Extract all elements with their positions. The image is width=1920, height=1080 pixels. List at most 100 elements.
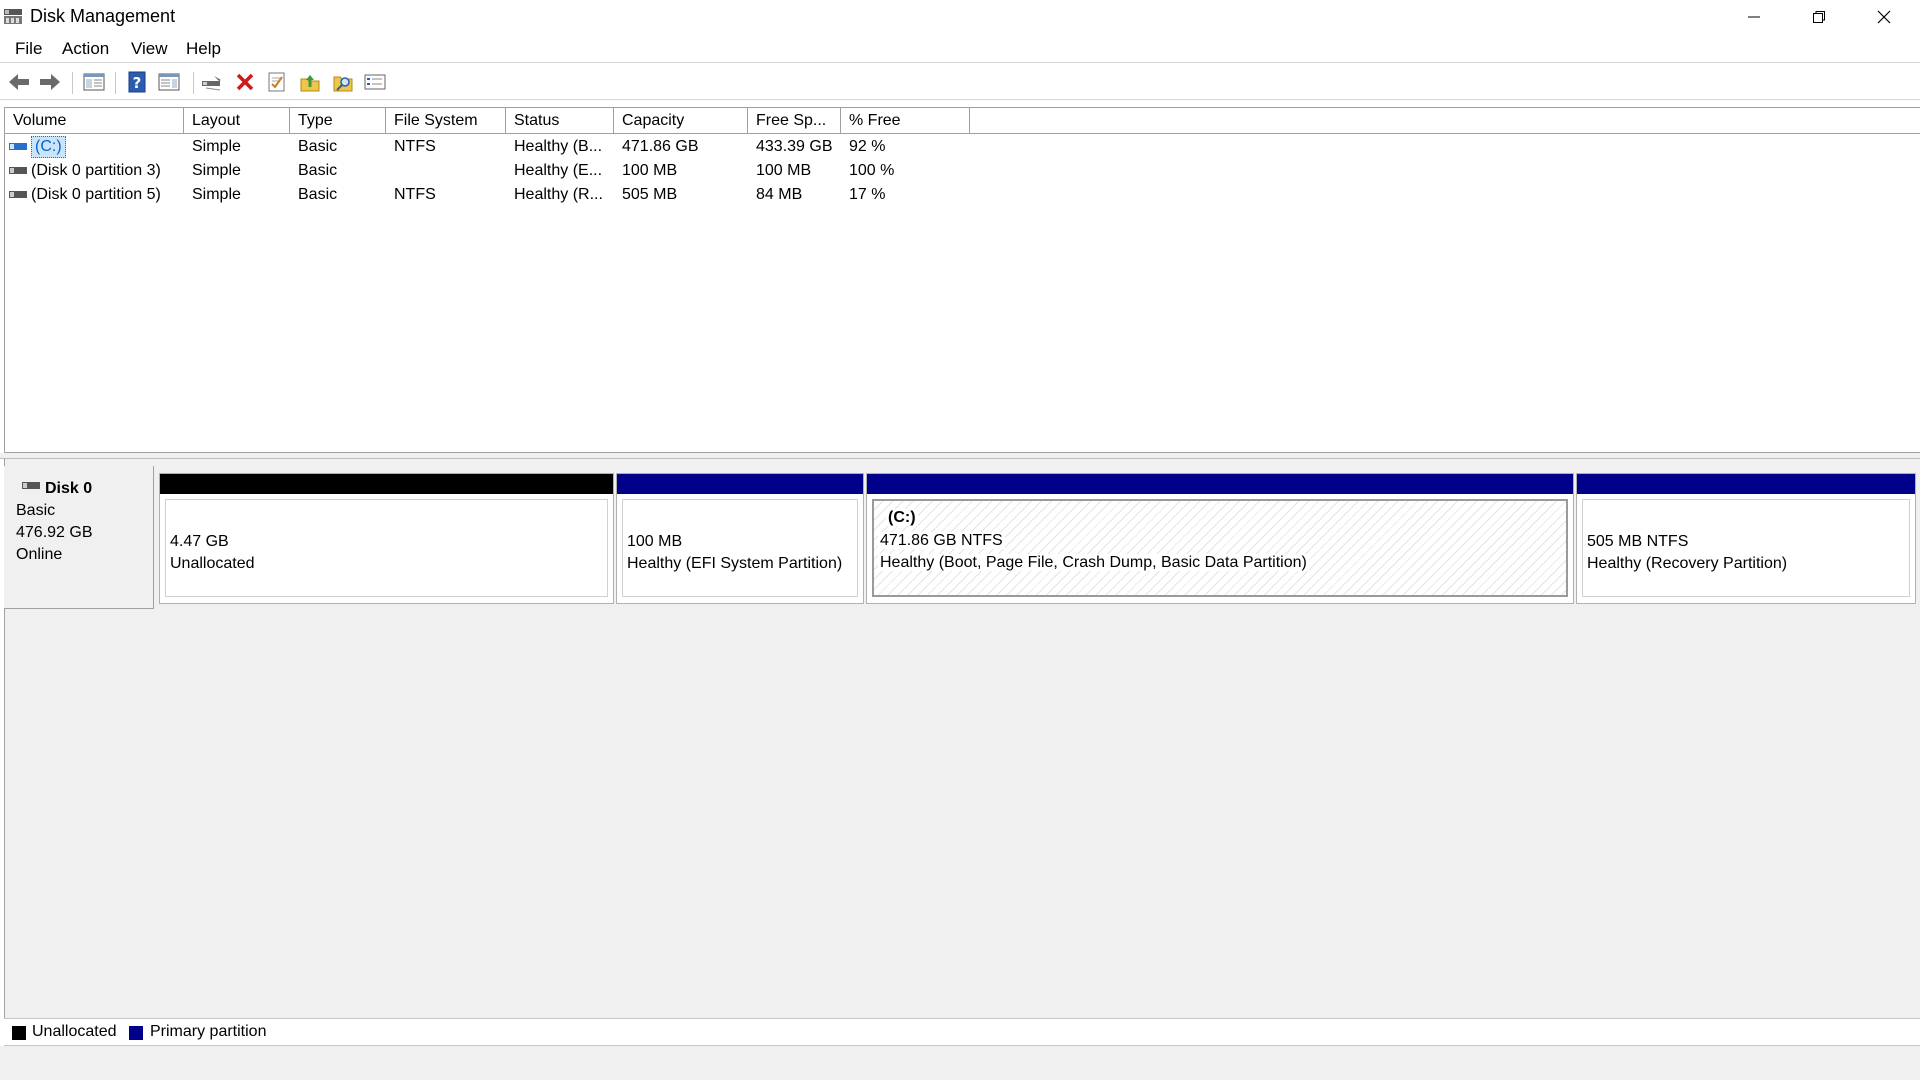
show-hide-action-pane-button[interactable]: [156, 69, 182, 95]
volume-file-system: NTFS: [394, 138, 436, 155]
volume-percent-free: 17 %: [849, 186, 886, 203]
volume-row-partition-3[interactable]: (Disk 0 partition 3) Simple Basic Health…: [5, 159, 1920, 183]
connect-disk-icon: [202, 76, 221, 91]
volume-list-header: Volume Layout Type File System Status Ca…: [5, 108, 1920, 134]
partition-description: Healthy (Recovery Partition): [1587, 555, 1788, 572]
status-bar: [0, 1046, 1920, 1080]
show-hide-pane-icon: [158, 73, 180, 91]
help-button[interactable]: ?: [124, 69, 150, 95]
connect-disk-button[interactable]: [199, 69, 225, 95]
partition-bar: [617, 474, 863, 494]
menu-action[interactable]: Action: [60, 39, 111, 59]
help-icon: ?: [128, 71, 146, 93]
volume-name: (C:): [31, 136, 66, 158]
volume-status: Healthy (E...: [514, 162, 603, 179]
column-header-file-system[interactable]: File System: [386, 108, 506, 134]
forward-button[interactable]: [37, 69, 63, 95]
volume-capacity: 505 MB: [622, 186, 678, 203]
minimize-button[interactable]: [1722, 0, 1786, 33]
partition-size: 471.86 GB NTFS: [878, 532, 1005, 549]
volume-percent-free: 100 %: [849, 162, 895, 179]
volume-drive-icon: [9, 143, 27, 150]
export-list-button[interactable]: [297, 69, 323, 95]
delete-button[interactable]: [232, 69, 258, 95]
menu-file[interactable]: File: [13, 39, 44, 59]
volume-row-c[interactable]: (C:) Simple Basic NTFS Healthy (B... 471…: [5, 135, 1920, 159]
column-header-type[interactable]: Type: [290, 108, 386, 134]
column-header-free-space[interactable]: Free Sp...: [748, 108, 841, 134]
partition-size: 4.47 GB: [170, 533, 229, 550]
volume-type: Basic: [298, 186, 338, 203]
volume-name: (Disk 0 partition 3): [31, 162, 161, 179]
menu-view[interactable]: View: [129, 39, 170, 59]
properties-button[interactable]: [264, 69, 290, 95]
toolbar: ?: [0, 64, 1920, 100]
settings-list-icon: [364, 74, 386, 90]
volume-drive-icon: [9, 167, 27, 174]
partition-bar: [1577, 474, 1915, 494]
legend-swatch-unallocated: [12, 1026, 26, 1040]
column-header-capacity[interactable]: Capacity: [614, 108, 748, 134]
disk-type: Basic: [16, 502, 56, 519]
partition-description: Unallocated: [170, 555, 255, 572]
minimize-icon: [1748, 16, 1760, 17]
volume-list: Volume Layout Type File System Status Ca…: [4, 107, 1920, 453]
volume-free-space: 433.39 GB: [756, 138, 833, 155]
partition-description: Healthy (EFI System Partition): [627, 555, 843, 572]
volume-free-space: 100 MB: [756, 162, 812, 179]
partition-bar: [867, 474, 1573, 494]
legend-label-primary: Primary partition: [150, 1023, 267, 1040]
partition-description: Healthy (Boot, Page File, Crash Dump, Ba…: [878, 554, 1309, 571]
volume-type: Basic: [298, 162, 338, 179]
toolbar-separator: [72, 72, 73, 94]
console-tree-icon: [83, 73, 105, 91]
search-button[interactable]: [330, 69, 356, 95]
search-folder-icon: [333, 76, 353, 92]
close-button[interactable]: [1852, 0, 1916, 33]
delete-icon: [236, 73, 254, 91]
partition-efi[interactable]: 100 MB Healthy (EFI System Partition): [616, 473, 864, 604]
volume-capacity: 471.86 GB: [622, 138, 699, 155]
menu-help[interactable]: Help: [184, 39, 223, 59]
partition-size: 100 MB: [627, 533, 683, 550]
disk-info-panel[interactable]: Disk 0 Basic 476.92 GB Online: [4, 466, 154, 609]
forward-arrow-icon: [40, 74, 60, 90]
window-title: Disk Management: [30, 6, 176, 26]
volume-percent-free: 92 %: [849, 138, 886, 155]
disk-size: 476.92 GB: [16, 524, 93, 541]
volume-row-partition-5[interactable]: (Disk 0 partition 5) Simple Basic NTFS H…: [5, 183, 1920, 207]
toolbar-separator: [193, 72, 194, 94]
column-header-percent-free[interactable]: % Free: [841, 108, 970, 134]
column-header-layout[interactable]: Layout: [184, 108, 290, 134]
restore-button[interactable]: [1787, 0, 1851, 33]
volume-name: (Disk 0 partition 5): [31, 186, 161, 203]
partition-unallocated[interactable]: 4.47 GB Unallocated: [159, 473, 614, 604]
volume-status: Healthy (R...: [514, 186, 603, 203]
menu-bar: File Action View Help: [0, 35, 1920, 63]
disk-name: Disk 0: [45, 480, 93, 497]
show-hide-console-tree-button[interactable]: [81, 69, 107, 95]
svg-text:?: ?: [133, 74, 142, 92]
check-properties-icon: [268, 72, 285, 92]
partition-label: (C:): [886, 509, 918, 526]
volume-status: Healthy (B...: [514, 138, 603, 155]
volume-drive-icon: [9, 191, 27, 198]
disk-management-app-icon: [4, 9, 22, 24]
volume-layout: Simple: [192, 162, 241, 179]
partition-bar: [160, 474, 613, 494]
volume-layout: Simple: [192, 138, 241, 155]
volume-free-space: 84 MB: [756, 186, 803, 203]
partition-c[interactable]: (C:) 471.86 GB NTFS Healthy (Boot, Page …: [866, 473, 1574, 604]
back-button[interactable]: [6, 69, 32, 95]
partition-recovery[interactable]: 505 MB NTFS Healthy (Recovery Partition): [1576, 473, 1916, 604]
title-bar: Disk Management: [0, 0, 1920, 33]
column-header-status[interactable]: Status: [506, 108, 614, 134]
close-icon: [1877, 10, 1891, 23]
partition-size: 505 MB NTFS: [1587, 533, 1689, 550]
legend-bar: Unallocated Primary partition: [4, 1018, 1920, 1046]
volume-file-system: [386, 159, 506, 183]
toolbar-separator: [115, 72, 116, 94]
volume-file-system: NTFS: [394, 186, 436, 203]
column-header-volume[interactable]: Volume: [5, 108, 184, 134]
settings-list-button[interactable]: [362, 69, 388, 95]
